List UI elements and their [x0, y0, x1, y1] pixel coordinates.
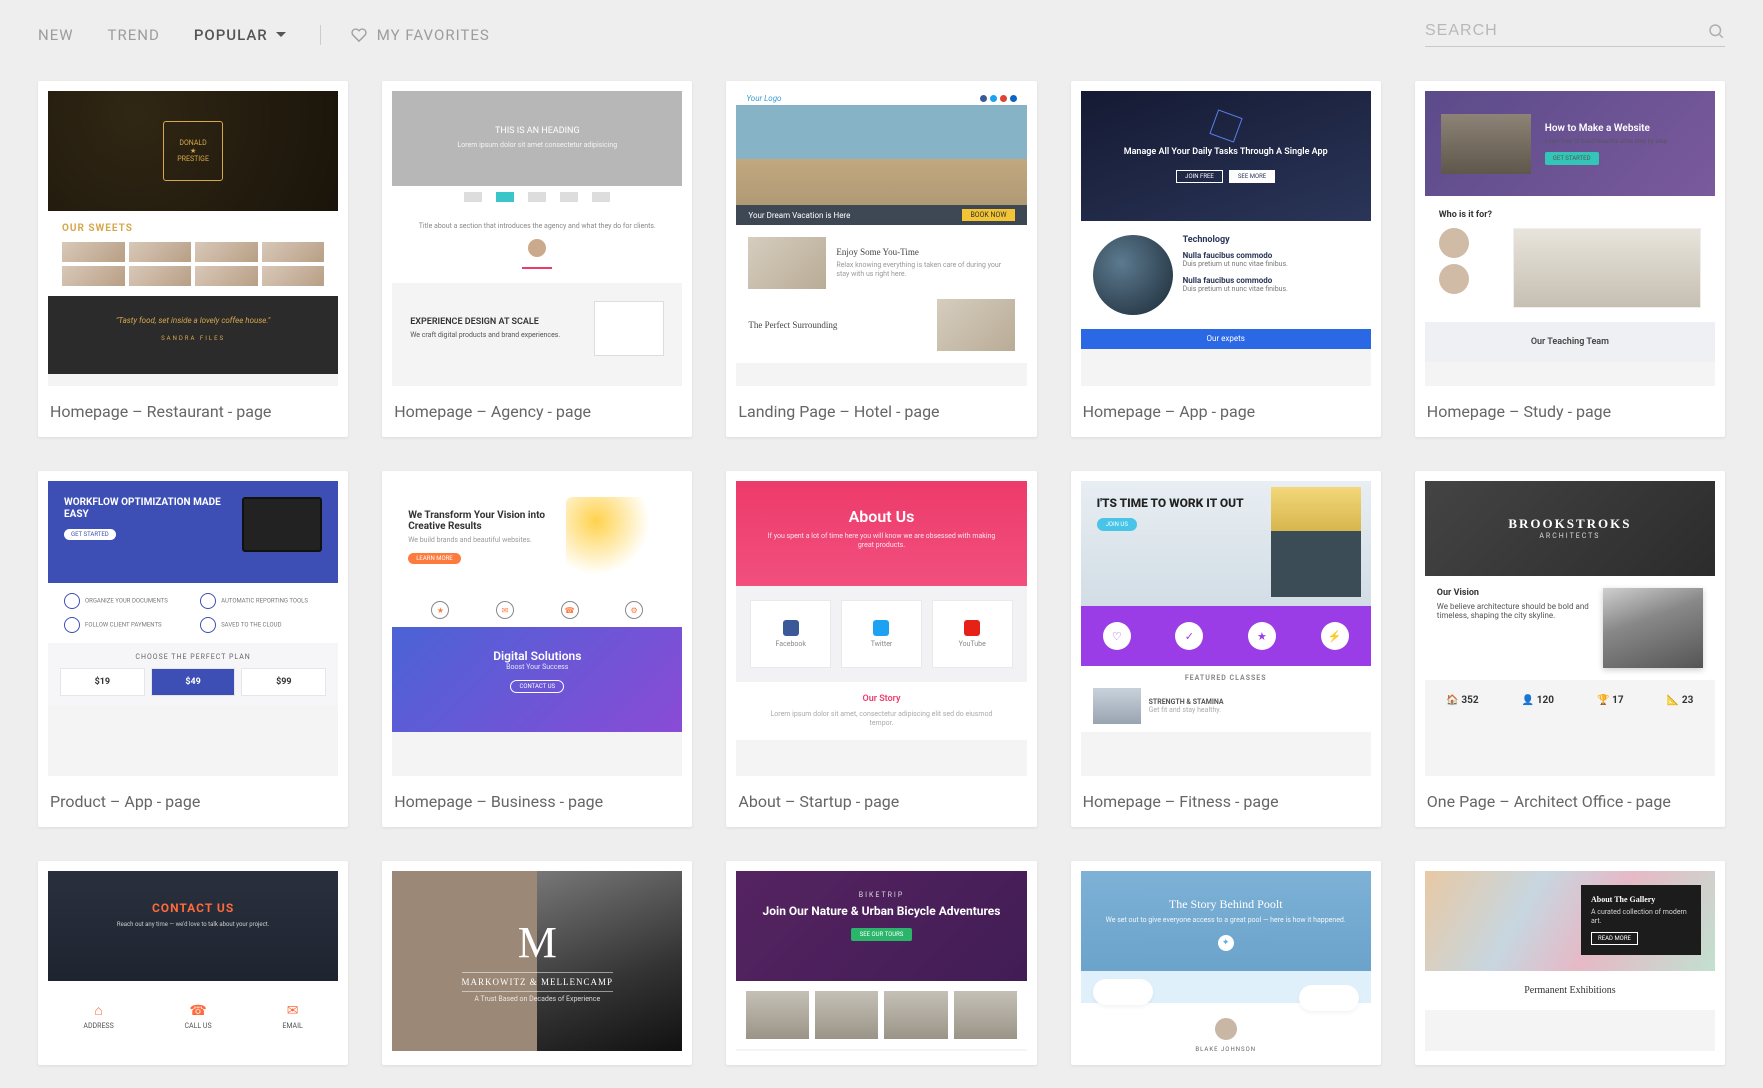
template-thumbnail: Manage All Your Daily Tasks Through A Si…	[1081, 91, 1371, 386]
template-thumbnail: We Transform Your Vision into Creative R…	[392, 481, 682, 776]
template-title: Homepage – Restaurant - page	[48, 386, 338, 423]
template-title: Homepage – Study - page	[1425, 386, 1715, 423]
template-title: One Page – Architect Office - page	[1425, 776, 1715, 813]
template-card-bicycle[interactable]: BIKETRIPJoin Our Nature & Urban Bicycle …	[726, 861, 1036, 1065]
template-card-product-app[interactable]: WORKFLOW OPTIMIZATION MADE EASYGET START…	[38, 471, 348, 827]
filter-my-favorites[interactable]: MY FAVORITES	[351, 26, 490, 44]
filter-new[interactable]: NEW	[38, 26, 74, 44]
template-card-markowitz[interactable]: MMARKOWITZ & MELLENCAMPA Trust Based on …	[382, 861, 692, 1065]
search-input[interactable]	[1425, 22, 1699, 40]
template-card-about-startup[interactable]: About UsIf you spent a lot of time here …	[726, 471, 1036, 827]
template-card-story[interactable]: The Story Behind PooltWe set out to give…	[1071, 861, 1381, 1065]
template-title: Homepage – Agency - page	[392, 386, 682, 423]
favorites-label: MY FAVORITES	[377, 26, 490, 44]
template-thumbnail: About UsIf you spent a lot of time here …	[736, 481, 1026, 776]
template-card-fitness[interactable]: I'TS TIME TO WORK IT OUTJOIN US ♡✓★⚡ FEA…	[1071, 471, 1381, 827]
toolbar-divider	[320, 25, 321, 45]
filter-popular[interactable]: POPULAR	[194, 26, 292, 44]
search-icon	[1707, 22, 1725, 40]
template-title: Homepage – Fitness - page	[1081, 776, 1371, 813]
template-thumbnail: DONALD★PRESTIGE OUR SWEETS "Tasty food, …	[48, 91, 338, 386]
template-title: Landing Page – Hotel - page	[736, 386, 1026, 423]
heart-icon	[351, 27, 367, 43]
template-card-business[interactable]: We Transform Your Vision into Creative R…	[382, 471, 692, 827]
template-title: Homepage – Business - page	[392, 776, 682, 813]
template-card-agency[interactable]: THIS IS AN HEADINGLorem ipsum dolor sit …	[382, 81, 692, 437]
template-thumbnail: BIKETRIPJoin Our Nature & Urban Bicycle …	[736, 871, 1026, 1051]
template-thumbnail: BROOKSTROKSARCHITECTS Our VisionWe belie…	[1425, 481, 1715, 776]
template-thumbnail: About The GalleryA curated collection of…	[1425, 871, 1715, 1051]
template-title: About – Startup - page	[736, 776, 1026, 813]
template-card-gallery[interactable]: About The GalleryA curated collection of…	[1415, 861, 1725, 1065]
template-thumbnail: How to Make a WebsiteLearn how to build …	[1425, 91, 1715, 386]
template-thumbnail: MMARKOWITZ & MELLENCAMPA Trust Based on …	[392, 871, 682, 1051]
filter-trend[interactable]: TREND	[108, 26, 160, 44]
template-card-study[interactable]: How to Make a WebsiteLearn how to build …	[1415, 81, 1725, 437]
template-thumbnail: I'TS TIME TO WORK IT OUTJOIN US ♡✓★⚡ FEA…	[1081, 481, 1371, 776]
template-card-contact[interactable]: CONTACT USReach out any time — we'd love…	[38, 861, 348, 1065]
template-card-app[interactable]: Manage All Your Daily Tasks Through A Si…	[1071, 81, 1381, 437]
filter-toolbar: NEW TREND POPULAR MY FAVORITES	[0, 0, 1763, 65]
template-card-restaurant[interactable]: DONALD★PRESTIGE OUR SWEETS "Tasty food, …	[38, 81, 348, 437]
template-title: Product – App - page	[48, 776, 338, 813]
template-thumbnail: The Story Behind PooltWe set out to give…	[1081, 871, 1371, 1051]
search-field[interactable]	[1425, 22, 1725, 47]
template-thumbnail: Your Logo Your Dream Vacation is HereBOO…	[736, 91, 1026, 386]
template-title: Homepage – App - page	[1081, 386, 1371, 423]
template-grid: DONALD★PRESTIGE OUR SWEETS "Tasty food, …	[0, 65, 1763, 1065]
template-thumbnail: THIS IS AN HEADINGLorem ipsum dolor sit …	[392, 91, 682, 386]
template-card-architect[interactable]: BROOKSTROKSARCHITECTS Our VisionWe belie…	[1415, 471, 1725, 827]
template-thumbnail: CONTACT USReach out any time — we'd love…	[48, 871, 338, 1051]
template-thumbnail: WORKFLOW OPTIMIZATION MADE EASYGET START…	[48, 481, 338, 776]
template-card-hotel[interactable]: Your Logo Your Dream Vacation is HereBOO…	[726, 81, 1036, 437]
